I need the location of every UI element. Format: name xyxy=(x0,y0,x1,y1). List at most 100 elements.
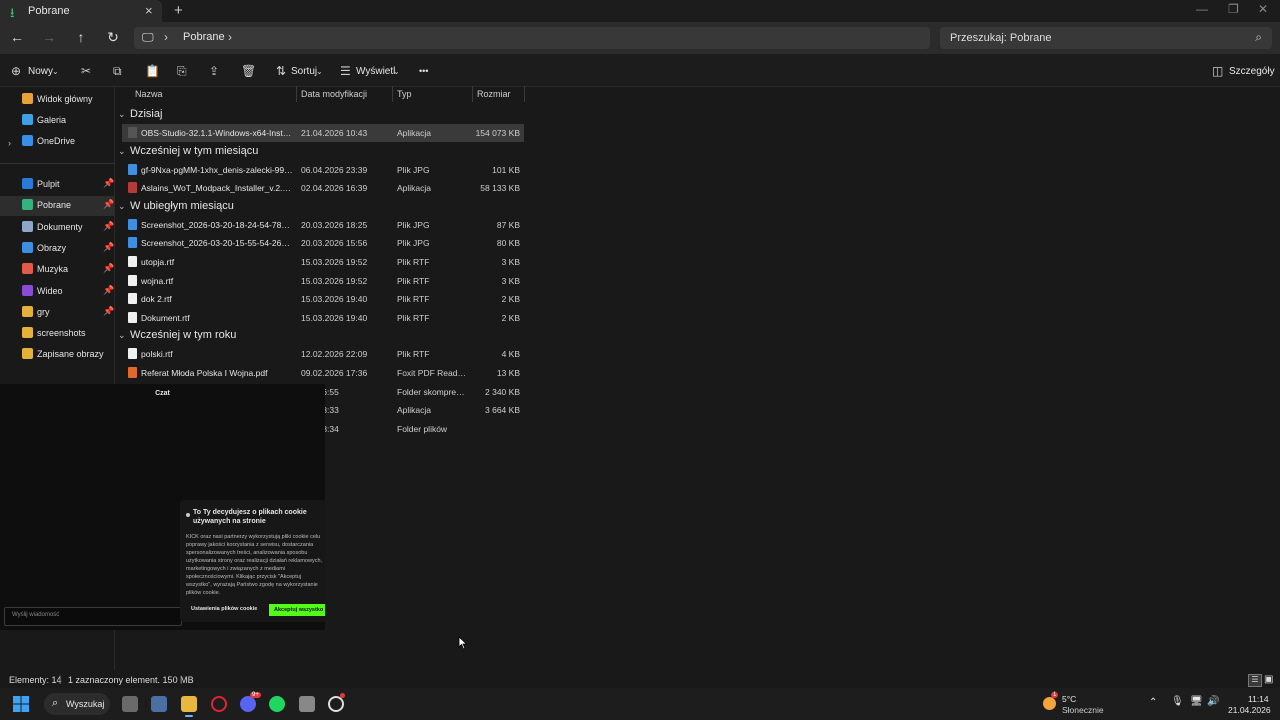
close-window-icon[interactable]: ✕ xyxy=(1258,2,1268,16)
spotify-icon[interactable] xyxy=(269,696,285,712)
weather-desc[interactable]: Słonecznie xyxy=(1062,705,1104,715)
chevron-down-icon[interactable]: ⌄ xyxy=(118,201,130,212)
delete-icon[interactable]: 🗑 xyxy=(241,64,256,78)
expand-chevron-icon[interactable]: › xyxy=(8,138,11,148)
column-separator[interactable] xyxy=(296,86,297,102)
column-separator[interactable] xyxy=(524,86,525,102)
sidebar-item[interactable]: Zapisane obrazy xyxy=(0,345,114,365)
column-name[interactable]: Nazwa xyxy=(135,89,163,99)
chevron-down-icon[interactable]: ⌄ xyxy=(316,67,323,76)
column-separator[interactable] xyxy=(472,86,473,102)
column-separator[interactable] xyxy=(392,86,393,102)
taskbar-search[interactable]: ⌕ Wyszukaj xyxy=(44,693,110,715)
pin-icon[interactable]: 📌 xyxy=(103,306,114,317)
task-view-icon[interactable] xyxy=(122,696,138,712)
pin-icon[interactable]: 📌 xyxy=(103,263,114,274)
back-button[interactable]: ← xyxy=(8,29,26,45)
forward-button[interactable]: → xyxy=(40,29,58,45)
group-header[interactable]: ⌄ Wcześniej w tym miesiącu xyxy=(118,145,258,157)
chevron-down-icon[interactable]: ⌄ xyxy=(52,67,59,76)
sidebar-item[interactable]: OneDrive xyxy=(0,132,114,152)
cut-icon[interactable]: ✂ xyxy=(81,64,91,78)
file-row[interactable]: dok 2.rtf 15.03.2026 19:40 Plik RTF 2 KB xyxy=(122,290,524,308)
file-row[interactable]: Dokument.rtf 15.03.2026 19:40 Plik RTF 2 KB xyxy=(122,309,524,327)
file-row[interactable]: Screenshot_2026-03-20-15-55-54-262_pl.jp… xyxy=(122,234,524,252)
group-header[interactable]: ⌄ Wcześniej w tym roku xyxy=(118,329,236,341)
sidebar-item[interactable]: Pulpit 📌 xyxy=(0,175,114,195)
sidebar-item[interactable]: Wideo 📌 xyxy=(0,282,114,302)
breadcrumb[interactable]: Pobrane xyxy=(183,31,225,43)
details-pane-icon[interactable]: ◫ xyxy=(1212,64,1223,78)
chevron-down-icon[interactable]: ⌄ xyxy=(118,146,130,157)
cookie-settings-button[interactable]: Ustawienia plików cookie xyxy=(191,606,257,612)
file-row[interactable]: wojna.rtf 15.03.2026 19:52 Plik RTF 3 KB xyxy=(122,272,524,290)
sidebar-item[interactable]: screenshots xyxy=(0,324,114,344)
clock-time[interactable]: 11:14 xyxy=(1248,694,1269,704)
file-row[interactable]: Aslains_WoT_Modpack_Installer_v.2.2.0.2.… xyxy=(122,179,524,197)
obs-studio-icon[interactable] xyxy=(328,696,344,712)
search-input[interactable]: Przeszukaj: Pobrane ⌕ xyxy=(940,27,1272,49)
file-row[interactable]: Screenshot_2026-03-20-18-24-54-787_pl.jp… xyxy=(122,216,524,234)
chevron-right-icon[interactable]: › xyxy=(228,30,232,44)
chevron-down-icon[interactable]: ⌄ xyxy=(118,109,130,120)
tray-chevron-icon[interactable]: ⌃ xyxy=(1149,697,1157,708)
share-icon[interactable]: ⇪ xyxy=(209,64,219,78)
network-icon[interactable]: 🖥 xyxy=(1190,696,1203,707)
copy-icon[interactable]: ⧉ xyxy=(113,64,122,79)
sort-icon[interactable]: ⇅ xyxy=(276,64,286,78)
up-button[interactable]: ↑ xyxy=(72,29,90,45)
chevron-down-icon[interactable]: ⌄ xyxy=(118,330,130,341)
pin-icon[interactable]: 📌 xyxy=(103,199,114,210)
windows-start-icon[interactable] xyxy=(13,696,29,712)
refresh-button[interactable]: ↻ xyxy=(104,29,122,46)
tab-close-icon[interactable]: × xyxy=(145,3,153,18)
restore-icon[interactable]: ❐ xyxy=(1228,2,1239,16)
pin-icon[interactable]: 📌 xyxy=(103,221,114,232)
sort-button[interactable]: Sortuj xyxy=(291,66,317,77)
address-bar[interactable]: 🖵 › Pobrane › xyxy=(134,27,930,49)
weather-temp[interactable]: 5°C xyxy=(1062,694,1076,704)
chat-message-input[interactable]: Wyślij wiadomość xyxy=(4,607,182,626)
more-options-button[interactable]: ••• xyxy=(419,66,428,76)
group-header[interactable]: ⌄ Dzisiaj xyxy=(118,108,162,120)
new-tab-button[interactable]: + xyxy=(174,2,183,19)
file-explorer-icon[interactable] xyxy=(181,696,197,712)
file-row[interactable]: Referat Młoda Polska I Wojna.pdf 09.02.20… xyxy=(122,364,524,382)
tab-pobrane[interactable]: ⭳ Pobrane × xyxy=(0,0,162,22)
view-icon[interactable]: ☰ xyxy=(340,64,351,78)
column-size[interactable]: Rozmiar xyxy=(477,89,511,99)
rename-icon[interactable]: ⎘ xyxy=(177,64,187,79)
weather-sun-icon[interactable] xyxy=(1043,697,1056,710)
volume-icon[interactable]: 🔊 xyxy=(1207,696,1219,707)
plus-circle-icon[interactable]: ⊕ xyxy=(11,64,21,78)
column-date[interactable]: Data modyfikacji xyxy=(301,89,367,99)
sidebar-item[interactable]: Galeria xyxy=(0,111,114,131)
minimize-icon[interactable]: — xyxy=(1196,2,1208,16)
chevron-down-icon[interactable]: ⌄ xyxy=(393,67,400,76)
sidebar-item[interactable]: Pobrane 📌 xyxy=(0,196,114,217)
new-button[interactable]: Nowy xyxy=(28,66,53,77)
calculator-icon[interactable] xyxy=(151,696,167,712)
search-icon[interactable]: ⌕ xyxy=(1255,30,1262,45)
sidebar-item[interactable]: Dokumenty 📌 xyxy=(0,218,114,238)
file-row[interactable]: OBS-Studio-32.1.1-Windows-x64-Installer.… xyxy=(122,124,524,142)
sidebar-item[interactable]: gry 📌 xyxy=(0,303,114,323)
file-row[interactable]: utopja.rtf 15.03.2026 19:52 Plik RTF 3 KB xyxy=(122,253,524,271)
pin-icon[interactable]: 📌 xyxy=(103,242,114,253)
column-type[interactable]: Typ xyxy=(397,89,412,99)
pin-icon[interactable]: 📌 xyxy=(103,178,114,189)
discord-icon[interactable] xyxy=(240,696,256,712)
pin-icon[interactable]: 📌 xyxy=(103,285,114,296)
file-row[interactable]: gf-9Nxa-pgMM-1xhx_denis-zalecki-994x.jpg… xyxy=(122,161,524,179)
tiles-view-icon[interactable]: ▣ xyxy=(1264,674,1273,685)
opera-gx-icon[interactable] xyxy=(211,696,227,712)
clock-date[interactable]: 21.04.2026 xyxy=(1228,705,1271,715)
microphone-icon[interactable]: 🎙 xyxy=(1171,696,1184,707)
sidebar-item[interactable]: Obrazy 📌 xyxy=(0,239,114,259)
sidebar-item[interactable]: Widok główny xyxy=(0,90,114,110)
sidebar-item[interactable]: Muzyka 📌 xyxy=(0,260,114,280)
group-header[interactable]: ⌄ W ubiegłym miesiącu xyxy=(118,200,234,212)
details-button[interactable]: Szczegóły xyxy=(1229,66,1275,77)
view-button[interactable]: Wyświetl xyxy=(356,66,395,77)
file-row[interactable]: polski.rtf 12.02.2026 22:09 Plik RTF 4 KB xyxy=(122,345,524,363)
